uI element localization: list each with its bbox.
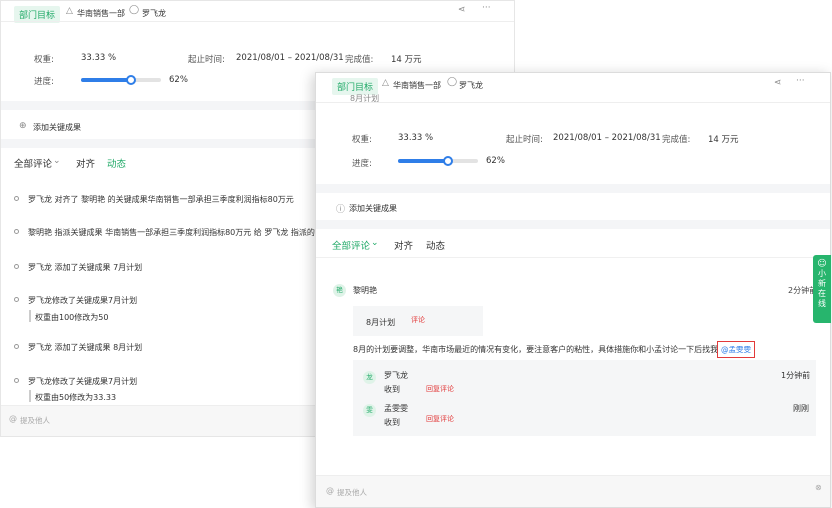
online-support-label: 小新在线 <box>818 269 826 308</box>
reply-text: 收到 <box>384 385 400 394</box>
period-value: 2021/08/01 – 2021/08/31 <box>236 53 344 63</box>
avatar: 艳 <box>333 284 346 297</box>
header-divider <box>1 21 514 22</box>
activity-item: 黎明艳 指派关键成果 华南销售一部承担三季度利润指标80万元 给 罗飞龙 指派的 <box>28 228 315 237</box>
close-circle-icon[interactable]: ⊗ <box>815 483 822 492</box>
progress-label: 进度: <box>34 77 54 87</box>
timeline-dot <box>14 264 19 269</box>
completion-label: 完成值: <box>662 135 691 145</box>
activity-sub: 权重由100修改为50 <box>35 313 109 322</box>
tab-activity[interactable]: 动态 <box>426 238 445 252</box>
timeline-dot <box>14 378 19 383</box>
comment-author[interactable]: 黎明艳 <box>353 285 377 296</box>
tab-all-comments[interactable]: 全部评论 <box>332 238 370 252</box>
add-circle-icon[interactable]: ⊕ <box>19 121 27 131</box>
team-icon: △ <box>382 78 389 88</box>
add-key-result-link[interactable]: 添加关键成果 <box>33 122 81 133</box>
timeline-dot <box>14 229 19 234</box>
weight-value: 33.33 % <box>81 53 117 63</box>
reply-text: 收到 <box>384 418 400 427</box>
progress-knob[interactable] <box>125 75 136 85</box>
period-value: 2021/08/01 – 2021/08/31 <box>553 133 661 143</box>
annotation-reply: 回复评论 <box>426 385 454 393</box>
user-icon: ◯ <box>129 5 140 15</box>
activity-item: 罗飞龙修改了关键成果7月计划 <box>28 296 138 305</box>
progress-knob[interactable] <box>442 156 453 166</box>
mention-input[interactable]: 提及他人 <box>337 487 367 498</box>
owner-name[interactable]: 罗飞龙 <box>459 80 483 91</box>
reply-time: 刚刚 <box>793 404 809 413</box>
owner-name[interactable]: 罗飞龙 <box>142 8 166 19</box>
progress-fill <box>398 159 448 163</box>
completion-value: 14 万元 <box>708 135 739 145</box>
timeline-dot <box>14 344 19 349</box>
kr-reference[interactable]: 8月计划 评论 <box>353 306 483 336</box>
info-circle-icon[interactable]: ⓘ <box>336 202 345 215</box>
activity-sub: 权重由50修改为33.33 <box>35 393 117 402</box>
avatar: 龙 <box>363 371 376 384</box>
chevron-down-icon[interactable]: ⌄ <box>371 238 379 248</box>
chevron-down-icon[interactable]: ⌄ <box>53 156 61 166</box>
online-support-widget[interactable]: ☺ 小新在线 <box>813 255 831 323</box>
progress-slider[interactable] <box>81 75 161 85</box>
mention-tag[interactable]: @孟雯雯 <box>717 341 755 358</box>
more-icon[interactable]: ··· <box>482 3 491 13</box>
progress-slider[interactable] <box>398 156 478 166</box>
at-icon: @ <box>326 486 334 495</box>
annotation-reply: 回复评论 <box>426 415 454 423</box>
share-icon[interactable]: ⋖ <box>774 78 782 88</box>
more-icon[interactable]: ··· <box>796 76 805 86</box>
completion-value: 14 万元 <box>391 55 422 65</box>
dept-name[interactable]: 华南销售一部 <box>393 80 441 91</box>
activity-item: 罗飞龙 添加了关键成果 8月计划 <box>28 343 143 352</box>
progress-label: 进度: <box>352 159 372 169</box>
timeline-dot <box>14 196 19 201</box>
period-label: 起止时间: <box>506 135 543 145</box>
comment-body: 8月的计划要调整，华南市场最近的情况有变化，要注意客户的粘性，具体措施你和小孟讨… <box>353 345 719 354</box>
section-gap <box>316 184 830 193</box>
tab-all-comments[interactable]: 全部评论 <box>14 156 52 170</box>
reply-author[interactable]: 罗飞龙 <box>384 370 408 381</box>
share-icon[interactable]: ⋖ <box>458 5 466 15</box>
sub-bar <box>29 310 31 322</box>
mention-bar[interactable]: @ 提及他人 ⊗ <box>316 475 830 507</box>
mention-input[interactable]: 提及他人 <box>20 415 50 426</box>
sub-bar <box>29 390 31 402</box>
reply-list: 龙 罗飞龙 收到 回复评论 1分钟前 雯 孟雯雯 收到 回复评论 刚刚 <box>353 360 816 436</box>
weight-label: 权重: <box>34 55 54 65</box>
tab-align[interactable]: 对齐 <box>394 238 413 252</box>
activity-item: 罗飞龙 添加了关键成果 7月计划 <box>28 263 143 272</box>
activity-item: 罗飞龙 对齐了 黎明艳 的关键成果华南销售一部承担三季度利润指标80万元 <box>28 195 294 204</box>
completion-label: 完成值: <box>345 55 374 65</box>
front-okr-panel: 部门目标 △ 华南销售一部 ◯ 罗飞龙 ⋖ ··· 8月计划 权重: 33.33… <box>315 72 831 508</box>
team-icon: △ <box>66 6 73 16</box>
tab-align[interactable]: 对齐 <box>76 156 95 170</box>
weight-value: 33.33 % <box>398 133 434 143</box>
tab-activity[interactable]: 动态 <box>107 156 126 170</box>
reply-time: 1分钟前 <box>781 371 811 380</box>
annotation-comment: 评论 <box>411 316 425 324</box>
timeline-dot <box>14 297 19 302</box>
kr-reference-name: 8月计划 <box>366 318 396 327</box>
progress-percent: 62% <box>169 75 188 85</box>
header-divider <box>316 102 830 103</box>
section-gap <box>316 220 830 229</box>
at-icon: @ <box>9 414 17 423</box>
weight-label: 权重: <box>352 135 372 145</box>
progress-percent: 62% <box>486 156 505 166</box>
tabs-divider <box>316 257 830 258</box>
avatar: 雯 <box>363 404 376 417</box>
user-icon: ◯ <box>447 77 458 87</box>
period-label: 起止时间: <box>188 55 225 65</box>
headset-icon: ☺ <box>817 259 827 269</box>
activity-item: 罗飞龙修改了关键成果7月计划 <box>28 377 138 386</box>
progress-fill <box>81 78 131 82</box>
dept-name[interactable]: 华南销售一部 <box>77 8 125 19</box>
reply-author[interactable]: 孟雯雯 <box>384 403 408 414</box>
add-key-result-link[interactable]: 添加关键成果 <box>349 203 397 214</box>
